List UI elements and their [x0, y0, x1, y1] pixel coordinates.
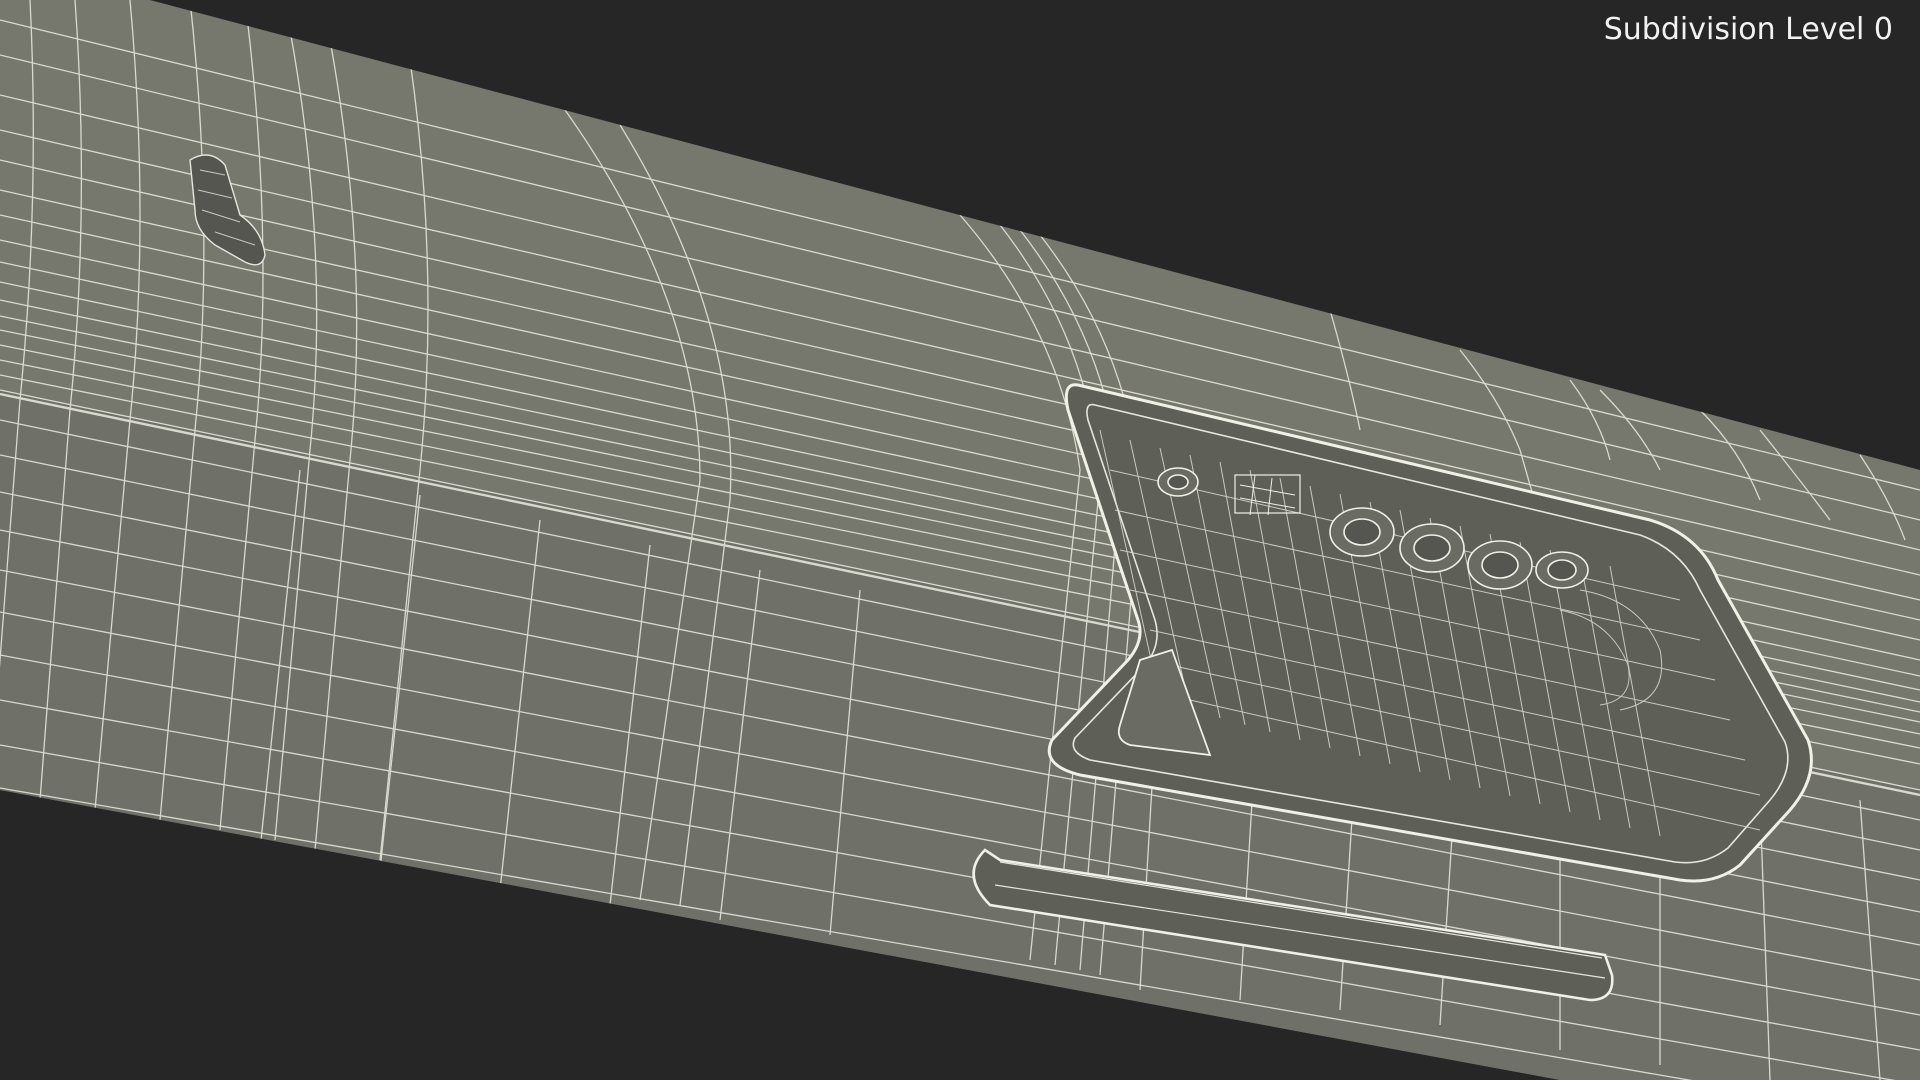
- wireframe-mesh-render: [0, 0, 1920, 1080]
- subdivision-level-label: Subdivision Level 0: [1603, 12, 1893, 47]
- 3d-viewport[interactable]: Subdivision Level 0: [0, 0, 1920, 1080]
